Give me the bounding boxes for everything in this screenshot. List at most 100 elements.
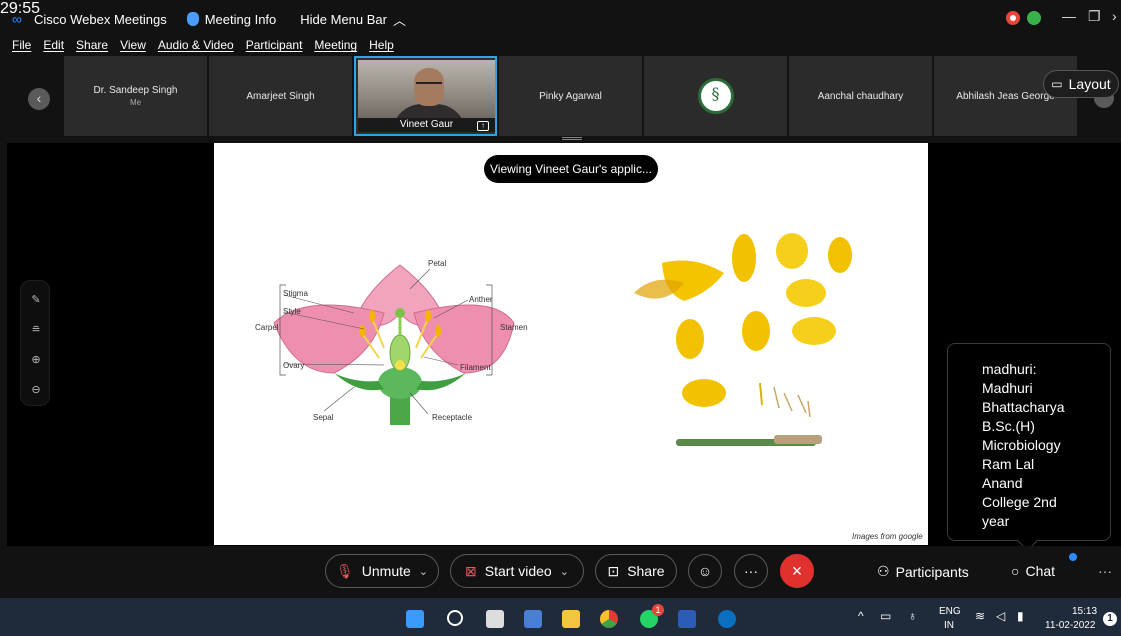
- label-filament: Filament: [460, 363, 491, 372]
- slide-graphics: [273, 233, 852, 446]
- stack-icon[interactable]: ≘: [29, 323, 43, 337]
- restore-icon[interactable]: ❐: [1088, 8, 1101, 25]
- search-icon[interactable]: [447, 610, 463, 626]
- battery-icon[interactable]: ▮: [1017, 610, 1024, 622]
- clock-date[interactable]: 11-02-2022: [1045, 620, 1095, 632]
- chat-button[interactable]: ○ Chat: [1011, 563, 1055, 579]
- participant-name: Pinky Agarwal: [539, 90, 602, 102]
- windows-start-icon[interactable]: [406, 610, 424, 628]
- strip-resize-handle[interactable]: [562, 137, 582, 140]
- zoom-in-icon[interactable]: ⊕: [29, 353, 43, 367]
- chat-message-line: College 2nd: [982, 494, 1057, 510]
- chevron-up-icon: ︿: [392, 12, 406, 28]
- image-credit: Images from google: [852, 532, 923, 541]
- shield-icon: [186, 12, 199, 26]
- chat-message-line: B.Sc.(H): [982, 418, 1035, 434]
- meeting-timer: 29:55: [0, 0, 41, 17]
- layout-label: Layout: [1068, 76, 1111, 92]
- menu-file[interactable]: File: [12, 38, 31, 54]
- participants-button[interactable]: ⚇ Participants: [877, 563, 969, 580]
- chevron-down-icon[interactable]: ⌄: [560, 565, 569, 578]
- volume-icon[interactable]: ◁: [996, 610, 1005, 622]
- chevron-down-icon[interactable]: ⌄: [419, 565, 428, 578]
- layout-button[interactable]: ▭ Layout: [1043, 70, 1119, 98]
- shared-slide: [214, 143, 928, 545]
- chat-label: Chat: [1025, 563, 1056, 579]
- chat-message-line: Madhuri: [982, 380, 1033, 396]
- start-video-button[interactable]: ⊠ Start video ⌄: [450, 554, 584, 588]
- close-icon[interactable]: ›: [1112, 8, 1117, 24]
- minimize-icon[interactable]: —: [1062, 8, 1076, 24]
- recording-icon[interactable]: [1006, 11, 1020, 25]
- unmute-button[interactable]: 🎙︎ Unmute ⌄: [325, 554, 439, 588]
- word-icon[interactable]: [678, 610, 696, 628]
- video-off-icon: ⊠: [465, 562, 477, 579]
- layout-icon: ▭: [1051, 77, 1063, 91]
- participant-name: Aanchal chaudhary: [817, 90, 904, 102]
- menu-edit[interactable]: Edit: [43, 38, 64, 54]
- menu-view[interactable]: View: [120, 38, 146, 54]
- chat-message-line: year: [982, 513, 1010, 529]
- active-speaker-tile[interactable]: Vineet Gaur ↑: [354, 56, 497, 136]
- chat-message-line: Ram Lal: [982, 456, 1035, 472]
- strip-previous-button[interactable]: ‹: [28, 88, 50, 110]
- chat-message-line: Bhattacharya: [982, 399, 1065, 415]
- file-explorer-icon[interactable]: [562, 610, 580, 628]
- menu-meeting[interactable]: Meeting: [314, 38, 357, 54]
- language-top[interactable]: ENG: [939, 606, 961, 618]
- label-style: Style: [283, 307, 301, 316]
- keyboard-icon[interactable]: ▭: [880, 610, 891, 622]
- meeting-info-button[interactable]: Meeting Info: [205, 12, 277, 27]
- close-icon: ×: [791, 560, 803, 581]
- clock-time[interactable]: 15:13: [1072, 606, 1097, 618]
- unread-indicator: [1069, 553, 1077, 561]
- reactions-button[interactable]: ☺: [688, 554, 722, 588]
- end-meeting-button[interactable]: ×: [780, 554, 814, 588]
- chrome-icon[interactable]: [600, 610, 618, 628]
- more-options-button[interactable]: ···: [734, 554, 768, 588]
- webex-icon[interactable]: [718, 610, 736, 628]
- overflow-menu-button[interactable]: ···: [1098, 563, 1112, 579]
- widgets-icon[interactable]: [524, 610, 542, 628]
- menu-share[interactable]: Share: [76, 38, 108, 54]
- zoom-out-icon[interactable]: ⊖: [29, 383, 43, 397]
- language-bottom[interactable]: IN: [944, 620, 954, 632]
- annotate-icon[interactable]: ✎: [29, 293, 43, 307]
- hide-menu-bar-button[interactable]: Hide Menu Bar ︿: [300, 10, 406, 29]
- more-label: ···: [744, 563, 758, 579]
- participant-tile[interactable]: Pinky Agarwal: [499, 56, 642, 136]
- label-ovary: Ovary: [283, 361, 305, 370]
- label-petal: Petal: [428, 259, 447, 268]
- task-view-icon[interactable]: [486, 610, 504, 628]
- share-button[interactable]: ⊡ Share: [595, 554, 677, 588]
- menu-audio-video[interactable]: Audio & Video: [158, 38, 234, 54]
- notification-count[interactable]: 1: [1103, 612, 1117, 626]
- dissected-flower-photo: [634, 233, 852, 446]
- network-health-icon[interactable]: [1027, 11, 1041, 25]
- hide-menu-bar-label: Hide Menu Bar: [300, 11, 387, 27]
- flower-diagram: [273, 264, 515, 425]
- microphone-muted-icon: 🎙︎: [335, 562, 354, 579]
- chat-bubble-icon: ○: [1011, 563, 1020, 579]
- participant-tile[interactable]: [644, 56, 787, 136]
- start-video-label: Start video: [484, 563, 552, 579]
- chat-message-line: Microbiology: [982, 437, 1061, 453]
- wifi-icon[interactable]: ≋: [975, 610, 985, 622]
- menu-help[interactable]: Help: [369, 38, 394, 54]
- participant-video: [358, 60, 495, 122]
- participant-name: Abhilash Jeas George: [956, 90, 1055, 102]
- participant-tile[interactable]: Aanchal chaudhary: [789, 56, 932, 136]
- participant-tile[interactable]: Amarjeet Singh: [209, 56, 352, 136]
- participants-label: Participants: [895, 563, 969, 580]
- chevron-up-icon[interactable]: ^: [858, 610, 864, 622]
- unmute-label: Unmute: [361, 563, 411, 579]
- chat-message-line: Anand: [982, 475, 1023, 491]
- share-icon: ⊡: [607, 562, 620, 579]
- chat-notification-popup[interactable]: madhuri: Madhuri Bhattacharya B.Sc.(H) M…: [947, 343, 1111, 541]
- participant-avatar: [697, 78, 734, 114]
- participant-tile[interactable]: Dr. Sandeep Singh Me: [64, 56, 207, 136]
- menu-participant[interactable]: Participant: [246, 38, 303, 54]
- microphone-icon[interactable]: ♁: [908, 610, 917, 622]
- label-stigma: Stigma: [283, 289, 308, 298]
- webex-window: ∞ Cisco Webex Meetings Meeting Info Hide…: [0, 0, 1121, 636]
